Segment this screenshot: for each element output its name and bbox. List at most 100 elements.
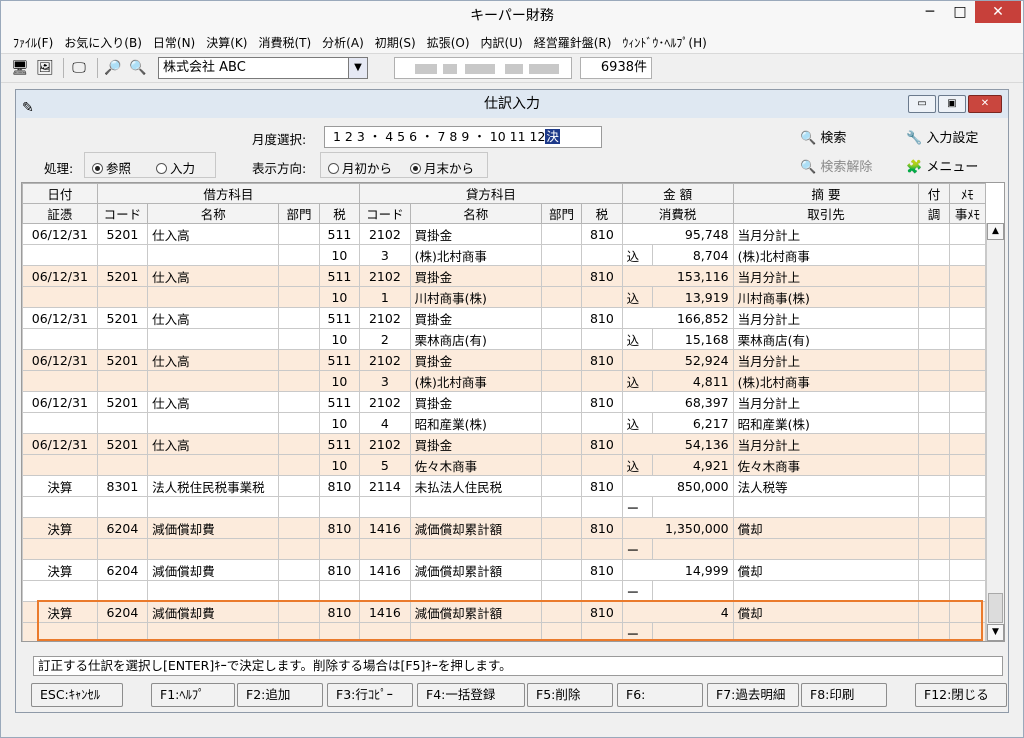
cell-attach[interactable]: [918, 517, 950, 539]
cell-debit-tax[interactable]: 810: [318, 517, 361, 539]
cell-memo[interactable]: [948, 307, 987, 329]
cell-blank[interactable]: [581, 370, 623, 392]
fkey-button-4[interactable]: F4:一括登録: [417, 683, 525, 707]
cell-partner-code[interactable]: [359, 538, 411, 560]
cell-tone[interactable]: [918, 286, 950, 308]
cell-debit-code[interactable]: 6204: [96, 601, 149, 623]
cell-debit-name[interactable]: 減価償却費: [147, 559, 280, 581]
close-button[interactable]: ✕: [975, 1, 1021, 23]
cell-credit-tax[interactable]: 810: [581, 601, 623, 623]
cell-credit-tax[interactable]: 810: [581, 391, 623, 413]
cell-voucher[interactable]: [22, 454, 98, 476]
scroll-up-icon[interactable]: ▲: [987, 223, 1004, 240]
table-row[interactable]: 10 4 昭和産業(株) 込 6,217 昭和産業(株): [22, 412, 987, 434]
cell-credit-dept[interactable]: [540, 601, 583, 623]
cell-amount[interactable]: 52,924: [621, 349, 734, 371]
cell-credit-tax[interactable]: 810: [581, 475, 623, 497]
cell-tax-rate[interactable]: [318, 622, 361, 641]
cell-date[interactable]: 決算: [22, 475, 98, 497]
cell-blank[interactable]: [278, 622, 320, 641]
cell-tone[interactable]: [918, 538, 950, 560]
cell-credit-dept[interactable]: [540, 475, 583, 497]
cell-tax-amount[interactable]: 4,811: [651, 370, 734, 392]
cell-tax-amount[interactable]: [651, 496, 734, 518]
cell-summary[interactable]: 当月分計上: [732, 307, 920, 329]
cell-date[interactable]: 決算: [22, 559, 98, 581]
cell-debit-tax[interactable]: 810: [318, 559, 361, 581]
cell-amount[interactable]: 14,999: [621, 559, 734, 581]
cell-attach[interactable]: [918, 601, 950, 623]
cell-blank[interactable]: [540, 622, 583, 641]
cell-partner-code[interactable]: [359, 496, 411, 518]
cell-partner[interactable]: [732, 580, 920, 602]
table-row[interactable]: 決算 6204 減価償却費 810 1416 減価償却累計額 810 14,99…: [22, 559, 987, 581]
cell-debit-name[interactable]: 減価償却費: [147, 601, 280, 623]
cell-blank[interactable]: [147, 538, 280, 560]
cell-blank[interactable]: [147, 580, 280, 602]
cell-credit-code[interactable]: 1416: [359, 601, 411, 623]
cell-credit-dept[interactable]: [540, 391, 583, 413]
table-row[interactable]: 10 2 栗林商店(有) 込 15,168 栗林商店(有): [22, 328, 987, 350]
cell-date[interactable]: 06/12/31: [22, 391, 98, 413]
cell-tax-rate[interactable]: 10: [318, 328, 361, 350]
menu-item-2[interactable]: 日常(N): [149, 34, 202, 51]
fkey-button-6[interactable]: F6:: [617, 683, 703, 707]
menu-item-6[interactable]: 初期(S): [371, 34, 423, 51]
cell-debit-tax[interactable]: 511: [318, 433, 361, 455]
cell-blank[interactable]: [278, 580, 320, 602]
cell-voucher[interactable]: [22, 496, 98, 518]
menu-item-1[interactable]: お気に入り(B): [60, 34, 149, 51]
cell-partner-name[interactable]: 佐々木商事: [409, 454, 542, 476]
cell-debit-code[interactable]: 8301: [96, 475, 149, 497]
cell-memo2[interactable]: [948, 244, 987, 266]
cell-partner-name[interactable]: (株)北村商事: [409, 244, 542, 266]
chevron-down-icon[interactable]: ▼: [348, 57, 368, 79]
cell-credit-name[interactable]: 買掛金: [409, 223, 542, 245]
cell-debit-dept[interactable]: [278, 559, 320, 581]
cell-credit-name[interactable]: 買掛金: [409, 265, 542, 287]
table-row[interactable]: ー: [22, 496, 987, 518]
dialog-restore-button[interactable]: ▣: [938, 95, 966, 113]
cell-blank[interactable]: [540, 412, 583, 434]
cell-amount[interactable]: 95,748: [621, 223, 734, 245]
cell-debit-dept[interactable]: [278, 517, 320, 539]
fkey-button-8[interactable]: F8:印刷: [801, 683, 887, 707]
cell-tax-amount[interactable]: 13,919: [651, 286, 734, 308]
cell-voucher[interactable]: [22, 580, 98, 602]
cell-debit-dept[interactable]: [278, 307, 320, 329]
screen-icon[interactable]: 🖵: [68, 57, 90, 79]
monitor-add-icon[interactable]: 🖼: [34, 57, 56, 79]
cell-summary[interactable]: 償却: [732, 517, 920, 539]
cell-attach[interactable]: [918, 559, 950, 581]
table-row[interactable]: ー: [22, 580, 987, 602]
scroll-thumb[interactable]: [988, 593, 1003, 623]
cell-tax-incl[interactable]: 込: [621, 286, 653, 308]
cell-partner[interactable]: 栗林商店(有): [732, 328, 920, 350]
cell-partner-code[interactable]: 4: [359, 412, 411, 434]
zoom-in-icon[interactable]: 🔎: [102, 57, 124, 79]
cell-blank[interactable]: [147, 454, 280, 476]
fkey-button-2[interactable]: F2:追加: [237, 683, 323, 707]
cell-tax-incl[interactable]: 込: [621, 370, 653, 392]
menu-item-0[interactable]: ﾌｧｲﾙ(F): [9, 34, 60, 51]
cell-credit-dept[interactable]: [540, 349, 583, 371]
scroll-down-icon[interactable]: ▼: [987, 624, 1004, 641]
cell-tax-rate[interactable]: 10: [318, 244, 361, 266]
cell-partner-code[interactable]: 3: [359, 370, 411, 392]
cell-debit-tax[interactable]: 810: [318, 601, 361, 623]
cell-partner-name[interactable]: 川村商事(株): [409, 286, 542, 308]
cell-blank[interactable]: [581, 580, 623, 602]
cell-partner[interactable]: 佐々木商事: [732, 454, 920, 476]
cell-voucher[interactable]: [22, 412, 98, 434]
table-row[interactable]: 06/12/31 5201 仕入高 511 2102 買掛金 810 68,39…: [22, 391, 987, 413]
cell-date[interactable]: 06/12/31: [22, 433, 98, 455]
menu-item-4[interactable]: 消費税(T): [254, 34, 318, 51]
fkey-button-3[interactable]: F3:行ｺﾋﾟｰ: [327, 683, 413, 707]
dir-start-radio[interactable]: 月初から: [328, 158, 392, 177]
table-row[interactable]: 10 1 川村商事(株) 込 13,919 川村商事(株): [22, 286, 987, 308]
cell-tone[interactable]: [918, 580, 950, 602]
cell-memo[interactable]: [948, 349, 987, 371]
cell-debit-dept[interactable]: [278, 391, 320, 413]
cell-partner-name[interactable]: [409, 496, 542, 518]
cell-tone[interactable]: [918, 622, 950, 641]
